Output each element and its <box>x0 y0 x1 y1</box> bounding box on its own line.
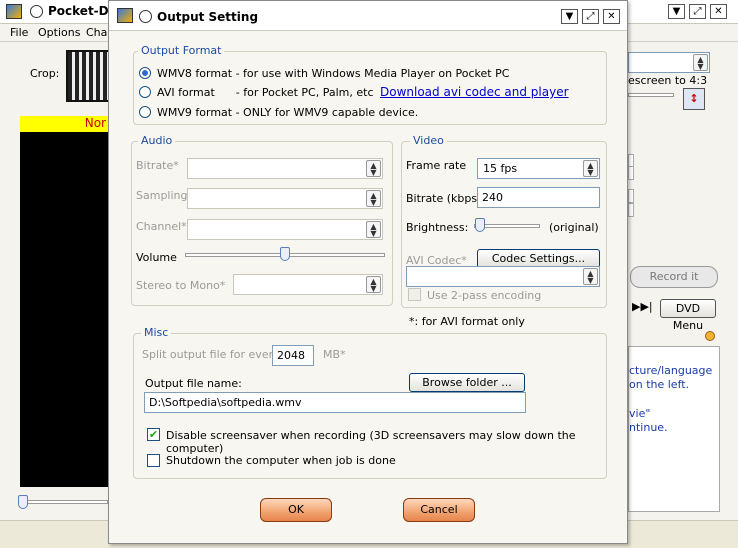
frame-rate-value: 15 fps <box>483 162 518 175</box>
dialog-system-icon[interactable] <box>139 10 152 23</box>
ok-button[interactable]: OK <box>260 498 332 522</box>
volume-slider-thumb[interactable] <box>280 247 290 261</box>
avi-codec-select[interactable]: ▲ ▼ <box>406 266 600 287</box>
bg-input-2[interactable] <box>628 166 634 180</box>
dialog-minimize-button[interactable]: ▼ <box>561 9 578 24</box>
menu-options[interactable]: Options <box>38 26 80 39</box>
radio-avi[interactable] <box>139 86 151 98</box>
dialog-restore-button[interactable]: ⤢ <box>582 9 599 24</box>
output-file-input[interactable]: D:\Softpedia\softpedia.wmv <box>144 392 526 413</box>
sampling-label: Sampling* <box>136 189 193 202</box>
browse-folder-button[interactable]: Browse folder ... <box>409 373 525 392</box>
help-icon[interactable] <box>705 331 715 341</box>
next-chapter-icon[interactable]: ▶▶| <box>632 300 653 313</box>
info-line: ntinue. <box>629 421 668 434</box>
audio-bitrate-select[interactable]: ▲ ▼ <box>187 158 383 179</box>
crop-label: Crop: <box>30 67 60 80</box>
banner: Nor <box>20 116 110 132</box>
audio-label: Audio <box>138 134 176 147</box>
aspect-slider[interactable] <box>628 93 674 97</box>
main-minimize-button[interactable]: ▼ <box>668 4 685 19</box>
main-restore-button[interactable]: ⤢ <box>689 4 706 19</box>
brightness-label: Brightness: <box>406 221 469 234</box>
main-system-icon[interactable] <box>30 5 43 18</box>
brightness-slider-thumb[interactable] <box>475 218 485 232</box>
frame-rate-select[interactable]: 15 fps ▲ ▼ <box>477 158 600 179</box>
info-line: on the left. <box>629 378 690 391</box>
disable-screensaver-label: Disable screensaver when recording (3D s… <box>166 429 576 455</box>
download-avi-codec-link[interactable]: Download avi codec and player <box>380 85 569 99</box>
bg-combo[interactable]: ▲ ▼ <box>628 52 710 73</box>
dvd-menu-button[interactable]: DVD Menu <box>660 299 716 332</box>
two-pass-label: Use 2-pass encoding <box>427 289 542 302</box>
info-line: vie" <box>629 407 651 420</box>
stereo-to-mono-select[interactable]: ▲ ▼ <box>233 274 383 295</box>
film-strip-icon <box>66 50 110 102</box>
trash-icon[interactable]: ↕ <box>683 88 705 110</box>
info-line: cture/language <box>629 364 713 377</box>
misc-label: Misc <box>141 326 172 339</box>
audio-channel-select[interactable]: ▲ ▼ <box>187 219 383 240</box>
bottom-slider-track[interactable] <box>18 500 108 504</box>
avi-footnote: *: for AVI format only <box>409 315 525 328</box>
output-setting-dialog: Output Setting ▼ ⤢ ✕ Output Format WMV8 … <box>108 0 628 544</box>
disable-screensaver-checkbox[interactable]: ✔ <box>147 428 160 441</box>
dialog-title: Output Setting <box>157 10 259 24</box>
frame-rate-label: Frame rate <box>406 159 467 172</box>
info-panel: cture/language on the left. vie" ntinue. <box>628 346 720 512</box>
video-bitrate-label: Bitrate (kbps) <box>406 192 482 205</box>
aspect-label: escreen to 4:3 <box>628 74 708 87</box>
radio-wmv8[interactable] <box>139 67 151 79</box>
shutdown-label: Shutdown the computer when job is done <box>166 454 396 467</box>
bottom-slider-thumb[interactable] <box>18 495 28 509</box>
dialog-titlebar: Output Setting ▼ ⤢ ✕ <box>109 1 627 31</box>
wmv9-label: WMV9 format - ONLY for WMV9 capable devi… <box>157 106 419 119</box>
output-format-label: Output Format <box>138 44 225 57</box>
video-preview <box>20 132 110 487</box>
cancel-button[interactable]: Cancel <box>403 498 475 522</box>
record-button[interactable]: Record it <box>630 266 718 288</box>
split-size-input[interactable]: 2048 <box>272 345 314 366</box>
dialog-close-button[interactable]: ✕ <box>603 9 620 24</box>
volume-label: Volume <box>136 251 177 264</box>
video-bitrate-input[interactable]: 240 <box>477 187 600 208</box>
audio-sampling-select[interactable]: ▲ ▼ <box>187 188 383 209</box>
dialog-app-icon <box>117 8 133 23</box>
brightness-note: (original) <box>549 221 599 234</box>
split-label: Split output file for every <box>142 348 280 361</box>
video-label: Video <box>410 134 447 147</box>
output-file-label: Output file name: <box>145 377 242 390</box>
bitrate-label: Bitrate* <box>136 159 179 172</box>
main-close-button[interactable]: ✕ <box>710 4 727 19</box>
shutdown-checkbox[interactable] <box>147 454 160 467</box>
bg-input-3[interactable] <box>628 189 634 203</box>
stereo-to-mono-label: Stereo to Mono* <box>136 279 226 292</box>
channel-label: Channel* <box>136 220 187 233</box>
two-pass-checkbox[interactable] <box>408 288 421 301</box>
avi-label: AVI format - for Pocket PC, Palm, etc <box>157 86 374 99</box>
radio-wmv9[interactable] <box>139 106 151 118</box>
app-icon <box>6 4 22 19</box>
bg-input-4[interactable] <box>628 203 634 217</box>
wmv8-label: WMV8 format - for use with Windows Media… <box>157 67 510 80</box>
menu-file[interactable]: File <box>10 26 28 39</box>
split-unit: MB* <box>323 348 346 361</box>
